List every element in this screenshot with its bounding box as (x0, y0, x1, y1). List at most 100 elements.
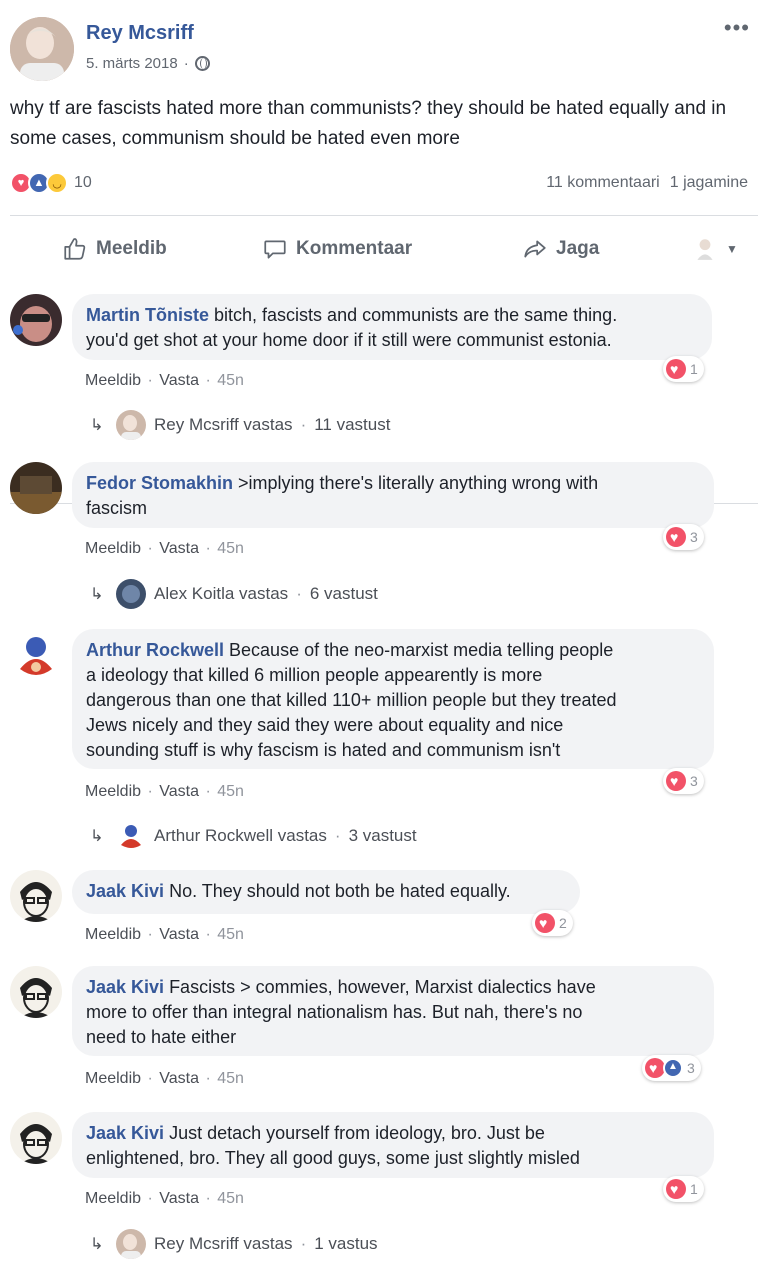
comment-reply-link[interactable]: Vasta (159, 783, 199, 800)
reply-arrow-icon: ↳ (90, 1236, 104, 1253)
comment-text: bitch, fascists and communists are the s… (209, 305, 618, 325)
comment-bubble: Jaak Kivi No. They should not both be ha… (72, 870, 580, 914)
comment-icon (264, 240, 286, 259)
commenter-avatar[interactable] (10, 462, 62, 514)
reaction-summary[interactable]: ♥ ▲ ◡ 10 (10, 172, 92, 194)
reply-avatar (116, 821, 146, 851)
comment-text: fascism (86, 498, 148, 518)
comment-time[interactable]: 45n (217, 783, 244, 800)
replies-link[interactable]: ↳ Arthur Rockwell vastas · 3 vastust (90, 821, 417, 851)
comment-label: Kommentaar (296, 238, 413, 259)
comment-actions: Meeldib · Vasta · 45n (85, 372, 244, 389)
comment-text: more to offer than integral nationalism … (86, 1002, 583, 1022)
commenter-name[interactable]: Martin Tõniste (86, 305, 209, 325)
reaction-badge[interactable]: 1 (663, 1176, 704, 1202)
profile-selector[interactable]: ▼ (692, 236, 738, 262)
commenter-name[interactable]: Jaak Kivi (86, 977, 164, 997)
divider (10, 215, 758, 216)
comment-text: No. They should not both be hated equall… (164, 881, 511, 901)
commenter-name[interactable]: Fedor Stomakhin (86, 473, 233, 493)
love-reaction-icon (666, 359, 686, 379)
comment-like-link[interactable]: Meeldib (85, 783, 141, 800)
replies-link[interactable]: ↳ Rey Mcsriff vastas · 1 vastus (90, 1229, 378, 1259)
comment-reply-link[interactable]: Vasta (159, 540, 199, 557)
post-meta: 5. märts 2018 · (86, 55, 210, 72)
comment-bubble: Arthur Rockwell Because of the neo-marxi… (72, 629, 714, 769)
comment-like-link[interactable]: Meeldib (85, 540, 141, 557)
post-stats: 11 kommentaari 1 jagamine (546, 174, 748, 192)
comment-bubble: Jaak Kivi Just detach yourself from ideo… (72, 1112, 714, 1178)
reaction-badge[interactable]: 3 (663, 524, 704, 550)
reaction-count: 2 (559, 915, 567, 931)
comment-reply-link[interactable]: Vasta (159, 1070, 199, 1087)
replies-link[interactable]: ↳ Alex Koitla vastas · 6 vastust (90, 579, 378, 609)
commenter-avatar[interactable] (10, 870, 62, 922)
post-actions: Meeldib Kommentaar Jaga ▼ (10, 222, 758, 504)
comment-time[interactable]: 45n (217, 1070, 244, 1087)
more-dots-icon[interactable]: ••• (724, 15, 750, 41)
comment-like-link[interactable]: Meeldib (85, 1190, 141, 1207)
comment-actions: Meeldib · Vasta · 45n (85, 926, 244, 943)
comment-text: a ideology that killed 6 million people … (86, 665, 543, 685)
comment-button[interactable]: Kommentaar (262, 236, 412, 262)
reaction-badge[interactable]: 2 (532, 910, 573, 936)
shares-count[interactable]: 1 jagamine (670, 174, 748, 192)
commenter-avatar[interactable] (10, 629, 62, 681)
reply-text: Alex Koitla vastas (154, 584, 289, 603)
post-date[interactable]: 5. märts 2018 (86, 55, 178, 72)
comment-time[interactable]: 45n (217, 1190, 244, 1207)
reply-count: 1 vastus (314, 1234, 378, 1253)
comment-reply-link[interactable]: Vasta (159, 926, 199, 943)
author-avatar[interactable] (10, 17, 74, 81)
commenter-name[interactable]: Jaak Kivi (86, 881, 164, 901)
reply-text: Arthur Rockwell vastas (154, 826, 327, 845)
comment-reply-link[interactable]: Vasta (159, 1190, 199, 1207)
like-button[interactable]: Meeldib (62, 236, 167, 262)
reaction-badge[interactable]: 3 (642, 1055, 701, 1081)
comment-actions: Meeldib · Vasta · 45n (85, 1190, 244, 1207)
reply-avatar (116, 579, 146, 609)
comment-like-link[interactable]: Meeldib (85, 1070, 141, 1087)
comment-text: Fascists > commies, however, Marxist dia… (164, 977, 596, 997)
love-reaction-icon (535, 913, 555, 933)
reply-text: Rey Mcsriff vastas (154, 415, 293, 434)
commenter-avatar[interactable] (10, 294, 62, 346)
reply-arrow-icon: ↳ (90, 417, 104, 434)
commenter-name[interactable]: Arthur Rockwell (86, 640, 224, 660)
reaction-count: 3 (690, 529, 698, 545)
post-header: Rey Mcsriff 5. märts 2018 · ••• (10, 15, 758, 87)
love-reaction-icon (645, 1058, 665, 1078)
reply-text: Rey Mcsriff vastas (154, 1234, 293, 1253)
comment-bubble: Jaak Kivi Fascists > commies, however, M… (72, 966, 714, 1056)
comment-like-link[interactable]: Meeldib (85, 926, 141, 943)
reaction-count: 10 (74, 174, 92, 191)
comment-time[interactable]: 45n (217, 372, 244, 389)
comment-actions: Meeldib · Vasta · 45n (85, 783, 244, 800)
chevron-down-icon: ▼ (726, 242, 738, 256)
share-icon (524, 240, 546, 258)
reply-count: 3 vastust (348, 826, 417, 845)
reaction-count: 3 (687, 1060, 695, 1076)
haha-reaction-icon: ◡ (46, 172, 68, 194)
reply-arrow-icon: ↳ (90, 586, 104, 603)
comment-like-link[interactable]: Meeldib (85, 372, 141, 389)
comment-actions: Meeldib · Vasta · 45n (85, 1070, 244, 1087)
comment-time[interactable]: 45n (217, 926, 244, 943)
comment-text: >implying there's literally anything wro… (233, 473, 599, 493)
comment-time[interactable]: 45n (217, 540, 244, 557)
comment-text: enlightened, bro. They all good guys, so… (86, 1148, 580, 1168)
commenter-avatar[interactable] (10, 1112, 62, 1164)
replies-link[interactable]: ↳ Rey Mcsriff vastas · 11 vastust (90, 410, 390, 440)
reaction-badge[interactable]: 3 (663, 768, 704, 794)
comment-reply-link[interactable]: Vasta (159, 372, 199, 389)
commenter-avatar[interactable] (10, 966, 62, 1018)
reaction-count: 1 (690, 361, 698, 377)
comments-count[interactable]: 11 kommentaari (546, 174, 660, 192)
thumbs-up-icon (64, 238, 86, 260)
reaction-badge[interactable]: 1 (663, 356, 704, 382)
comment-bubble: Martin Tõniste bitch, fascists and commu… (72, 294, 712, 360)
love-reaction-icon (666, 771, 686, 791)
commenter-name[interactable]: Jaak Kivi (86, 1123, 164, 1143)
share-button[interactable]: Jaga (522, 236, 599, 262)
author-name[interactable]: Rey Mcsriff (86, 22, 194, 45)
